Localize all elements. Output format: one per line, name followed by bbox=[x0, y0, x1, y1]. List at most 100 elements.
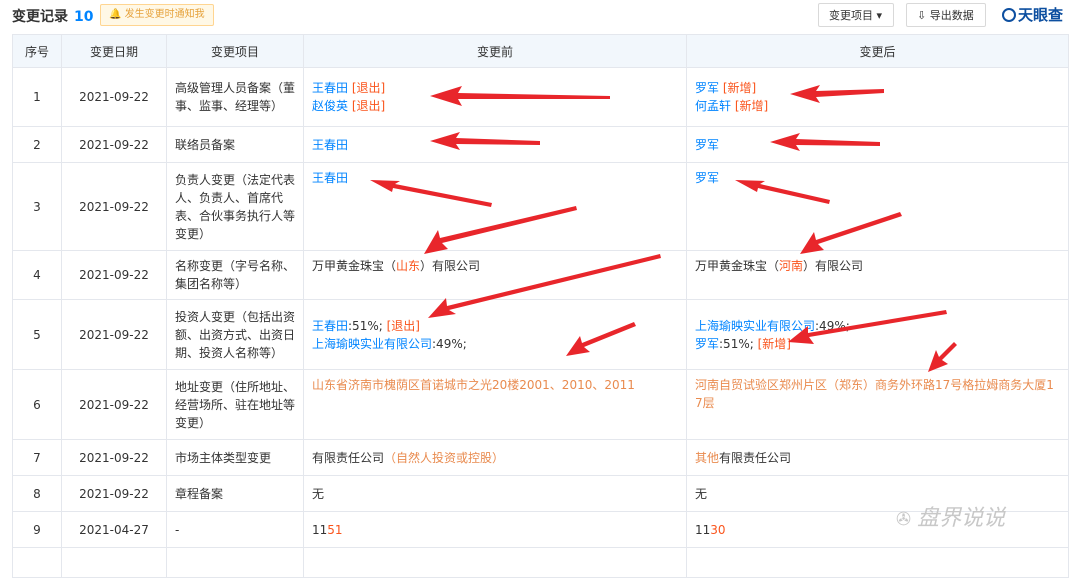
row-before: 王春田:51%; [退出] 上海瑜映实业有限公司:49%; bbox=[303, 299, 687, 370]
notify-change-button[interactable]: 🔔 发生变更时通知我 bbox=[100, 4, 214, 26]
investor-link[interactable]: 罗军 bbox=[695, 337, 719, 351]
table-header-row: 序号 变更日期 变更项目 变更前 变更后 bbox=[12, 34, 1069, 68]
row-date bbox=[61, 547, 167, 578]
change-item-filter-button[interactable]: 变更项目 ▾ bbox=[818, 3, 894, 27]
row-after: 河南自贸试验区郑州片区（郑东）商务外环路17号格拉姆商务大厦17层 bbox=[686, 369, 1069, 440]
row-no: 8 bbox=[12, 475, 62, 512]
col-header-item: 变更项目 bbox=[166, 34, 304, 68]
share-ratio: :49%; bbox=[432, 336, 467, 351]
row-no: 2 bbox=[12, 126, 62, 163]
changed-text: （自然人投资或控股） bbox=[384, 450, 505, 465]
row-before: 王春田 bbox=[303, 126, 687, 163]
row-item: 联络员备案 bbox=[166, 126, 304, 163]
wechat-icon: ✇ bbox=[896, 509, 912, 530]
col-header-date: 变更日期 bbox=[61, 34, 167, 68]
person-link[interactable]: 王春田 bbox=[312, 171, 348, 185]
row-date: 2021-09-22 bbox=[61, 67, 167, 127]
row-item: 高级管理人员备案（董事、监事、经理等） bbox=[166, 67, 304, 127]
table-row bbox=[12, 547, 1069, 578]
changed-text: 30 bbox=[710, 522, 726, 537]
type-part: 有限责任公司 bbox=[312, 450, 385, 465]
row-date: 2021-09-22 bbox=[61, 439, 167, 476]
table-row: 3 2021-09-22 负责人变更（法定代表人、负责人、首席代表、合伙事务执行… bbox=[12, 162, 1069, 251]
row-no bbox=[12, 547, 62, 578]
person-link[interactable]: 罗军 bbox=[695, 171, 719, 185]
row-item: - bbox=[166, 511, 304, 548]
changed-text: 河南 bbox=[779, 259, 804, 273]
row-no: 5 bbox=[12, 299, 62, 370]
value-part: 11 bbox=[312, 522, 328, 537]
row-after: 罗军 [新增] 何孟轩 [新增] bbox=[686, 67, 1069, 127]
change-records-table: 序号 变更日期 变更项目 变更前 变更后 1 2021-09-22 高级管理人员… bbox=[12, 34, 1069, 578]
page-title: 变更记录 10 bbox=[12, 6, 93, 26]
row-no: 4 bbox=[12, 250, 62, 300]
tianyancha-logo: 天眼查 bbox=[1002, 4, 1063, 25]
col-header-after: 变更后 bbox=[686, 34, 1069, 68]
row-date: 2021-09-22 bbox=[61, 250, 167, 300]
person-link[interactable]: 罗军 bbox=[695, 81, 719, 95]
logo-text: 天眼查 bbox=[1018, 6, 1064, 24]
person-link[interactable]: 何孟轩 bbox=[695, 99, 731, 113]
toolbar: 变更记录 10 🔔 发生变更时通知我 变更项目 ▾ ⇩ 导出数据 天眼查 bbox=[0, 0, 1080, 34]
row-before: 有限责任公司（自然人投资或控股） bbox=[303, 439, 687, 476]
name-part: ）有限公司 bbox=[803, 259, 864, 273]
logo-icon bbox=[1002, 8, 1016, 22]
row-item: 投资人变更（包括出资额、出资方式、出资日期、投资人名称等） bbox=[166, 299, 304, 370]
row-no: 9 bbox=[12, 511, 62, 548]
changed-text: 51 bbox=[327, 522, 343, 537]
record-count: 10 bbox=[74, 9, 94, 25]
share-ratio: :51%; bbox=[719, 336, 758, 351]
col-header-no: 序号 bbox=[12, 34, 62, 68]
status-tag: [退出] bbox=[351, 99, 386, 113]
changed-text: 山东 bbox=[396, 259, 421, 273]
table-row: 4 2021-09-22 名称变更（字号名称、集团名称等） 万甲黄金珠宝（山东）… bbox=[12, 250, 1069, 300]
row-before: 万甲黄金珠宝（山东）有限公司 bbox=[303, 250, 687, 300]
row-before: 无 bbox=[303, 475, 687, 512]
investor-link[interactable]: 上海瑜映实业有限公司 bbox=[695, 319, 815, 333]
status-tag: [新增] bbox=[734, 99, 769, 113]
row-after: 无 bbox=[686, 475, 1069, 512]
row-after: 上海瑜映实业有限公司:49%; 罗军:51%; [新增] bbox=[686, 299, 1069, 370]
row-before: 王春田 [退出] 赵俊英 [退出] bbox=[303, 67, 687, 127]
person-link[interactable]: 王春田 bbox=[312, 81, 348, 95]
table-row: 2 2021-09-22 联络员备案 王春田 罗军 bbox=[12, 126, 1069, 163]
row-item: 负责人变更（法定代表人、负责人、首席代表、合伙事务执行人等变更） bbox=[166, 162, 304, 251]
name-part: 万甲黄金珠宝（ bbox=[695, 259, 780, 273]
name-part: ）有限公司 bbox=[420, 259, 481, 273]
person-link[interactable]: 罗军 bbox=[695, 138, 719, 152]
share-ratio: :51%; bbox=[348, 318, 387, 333]
export-data-button[interactable]: ⇩ 导出数据 bbox=[906, 3, 986, 27]
row-date: 2021-09-22 bbox=[61, 162, 167, 251]
row-date: 2021-09-22 bbox=[61, 299, 167, 370]
row-after: 1130 bbox=[686, 511, 1069, 548]
row-after: 其他有限责任公司 bbox=[686, 439, 1069, 476]
row-before: 山东省济南市槐荫区首诺城市之光20楼2001、2010、2011 bbox=[303, 369, 687, 440]
row-item: 章程备案 bbox=[166, 475, 304, 512]
row-date: 2021-09-22 bbox=[61, 475, 167, 512]
row-after: 万甲黄金珠宝（河南）有限公司 bbox=[686, 250, 1069, 300]
row-item: 地址变更（住所地址、经营场所、驻在地址等变更） bbox=[166, 369, 304, 440]
share-ratio: :49%; bbox=[815, 318, 850, 333]
row-before: 1151 bbox=[303, 511, 687, 548]
row-after: 罗军 bbox=[686, 126, 1069, 163]
investor-link[interactable]: 王春田 bbox=[312, 319, 348, 333]
investor-link[interactable]: 上海瑜映实业有限公司 bbox=[312, 337, 432, 351]
status-tag: [退出] bbox=[386, 318, 420, 333]
value-part: 11 bbox=[695, 522, 711, 537]
person-link[interactable]: 王春田 bbox=[312, 138, 348, 152]
row-before: 王春田 bbox=[303, 162, 687, 251]
row-date: 2021-09-22 bbox=[61, 369, 167, 440]
watermark: ✇ 盘界说说 bbox=[896, 500, 1005, 532]
row-item: 市场主体类型变更 bbox=[166, 439, 304, 476]
status-tag: [新增] bbox=[722, 81, 757, 95]
name-part: 万甲黄金珠宝（ bbox=[312, 259, 397, 273]
table-row: 5 2021-09-22 投资人变更（包括出资额、出资方式、出资日期、投资人名称… bbox=[12, 299, 1069, 370]
person-link[interactable]: 赵俊英 bbox=[312, 99, 348, 113]
row-date: 2021-04-27 bbox=[61, 511, 167, 548]
table-row: 6 2021-09-22 地址变更（住所地址、经营场所、驻在地址等变更） 山东省… bbox=[12, 369, 1069, 440]
row-after bbox=[686, 547, 1069, 578]
col-header-before: 变更前 bbox=[303, 34, 687, 68]
status-tag: [新增] bbox=[757, 336, 791, 351]
row-no: 6 bbox=[12, 369, 62, 440]
row-date: 2021-09-22 bbox=[61, 126, 167, 163]
